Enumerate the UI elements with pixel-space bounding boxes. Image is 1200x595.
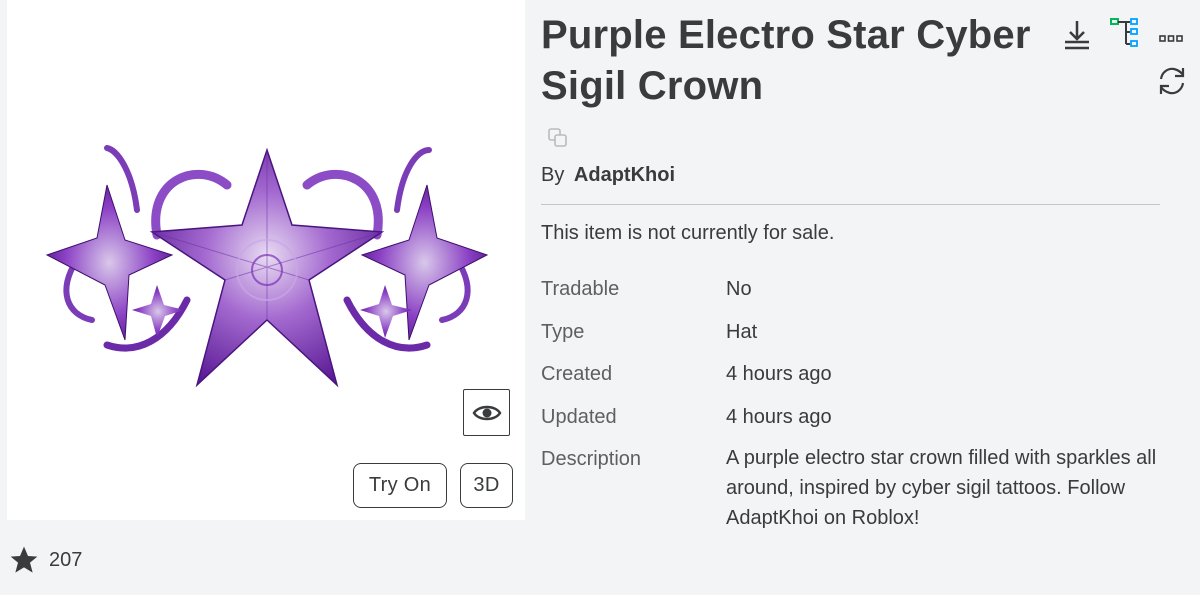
star-icon xyxy=(10,546,38,573)
favorites[interactable]: 207 xyxy=(8,544,82,576)
detail-row-created: Created 4 hours ago xyxy=(541,363,1181,406)
detail-row-type: Type Hat xyxy=(541,321,1181,364)
try-on-button[interactable]: Try On xyxy=(353,463,447,508)
more-options-button[interactable] xyxy=(1159,30,1183,48)
copy-link-button[interactable] xyxy=(548,128,568,153)
by-label: By xyxy=(541,164,565,186)
detail-label: Description xyxy=(541,448,642,470)
item-details-page: Try On 3D 207 Purple Electro Star Cyber … xyxy=(0,0,1200,595)
item-description: A purple electro star crown filled with … xyxy=(726,447,1157,529)
download-button[interactable] xyxy=(1061,18,1093,57)
refresh-icon xyxy=(1159,67,1185,95)
tree-view-button[interactable] xyxy=(1110,18,1140,53)
favorites-count: 207 xyxy=(49,548,83,571)
download-icon xyxy=(1065,21,1089,50)
eye-icon xyxy=(472,405,501,420)
detail-value: 4 hours ago xyxy=(726,363,832,385)
more-options-icon xyxy=(1159,35,1183,42)
refresh-button[interactable] xyxy=(1157,65,1187,102)
detail-label: Updated xyxy=(541,405,617,428)
detail-value: No xyxy=(726,278,752,300)
tree-view-icon xyxy=(1110,18,1138,47)
creator-link[interactable]: AdaptKhoi xyxy=(574,164,675,186)
item-thumbnail-panel: Try On 3D xyxy=(7,0,525,520)
item-thumbnail-image xyxy=(45,145,489,388)
detail-row-description: Description A purple electro star crown … xyxy=(541,447,1181,529)
3d-view-button[interactable]: 3D xyxy=(460,463,513,508)
copy-icon xyxy=(548,128,567,147)
detail-label: Tradable xyxy=(541,278,620,300)
detail-label: Type xyxy=(541,320,585,343)
detail-label: Created xyxy=(541,363,613,385)
detail-row-updated: Updated 4 hours ago xyxy=(541,406,1181,449)
detail-value: 4 hours ago xyxy=(726,405,832,428)
creator-line: By AdaptKhoi xyxy=(541,164,675,187)
item-title: Purple Electro Star Cyber Sigil Crown xyxy=(541,13,1031,108)
sale-status: This item is not currently for sale. xyxy=(541,222,835,244)
detail-row-tradable: Tradable No xyxy=(541,278,1181,321)
preview-toggle-button[interactable] xyxy=(463,389,510,436)
detail-value: Hat xyxy=(726,320,758,343)
item-details-table: Tradable No Type Hat Created 4 hours ago… xyxy=(541,278,1181,529)
divider xyxy=(541,204,1160,205)
